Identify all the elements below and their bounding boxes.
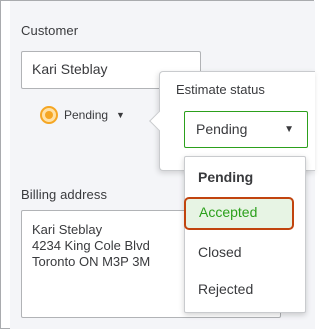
chevron-down-icon: ▼ <box>284 124 294 135</box>
option-pending[interactable]: Pending <box>185 163 305 193</box>
estimate-panel: Customer Kari Steblay Pending ▼ Billing … <box>0 0 315 329</box>
option-rejected[interactable]: Rejected <box>185 275 305 305</box>
status-dropdown: Pending Accepted Closed Rejected <box>184 156 306 313</box>
option-accepted[interactable]: Accepted <box>184 197 294 230</box>
status-indicator[interactable]: Pending ▼ <box>40 105 125 125</box>
status-text: Pending <box>64 108 109 122</box>
clock-icon <box>40 106 58 124</box>
billing-label: Billing address <box>21 187 108 202</box>
estimate-status-select[interactable]: Pending ▼ <box>184 111 308 148</box>
option-closed[interactable]: Closed <box>185 238 305 268</box>
customer-label: Customer <box>21 23 79 38</box>
chevron-down-icon: ▼ <box>116 110 125 120</box>
popover-title: Estimate status <box>176 82 265 97</box>
select-value: Pending <box>196 121 248 137</box>
